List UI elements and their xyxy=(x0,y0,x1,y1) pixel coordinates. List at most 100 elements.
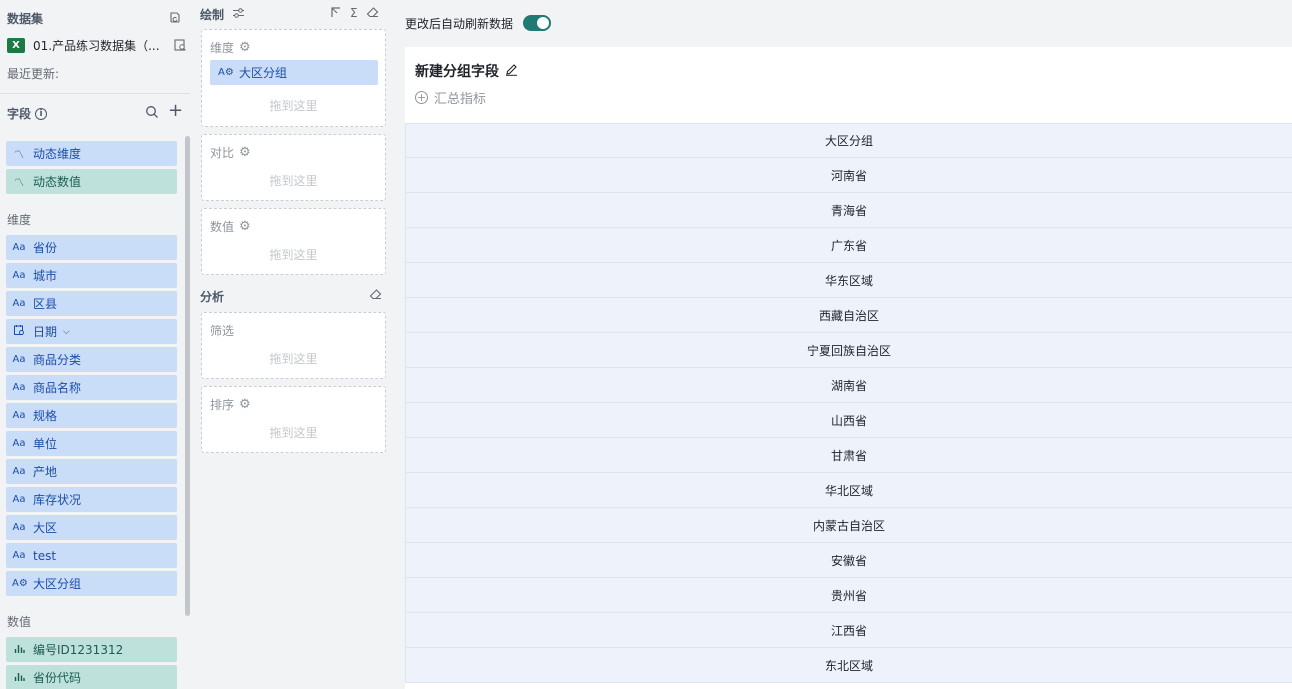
fields-title: 字段 i xyxy=(7,105,48,122)
sort-box-label: 排序 ⚙ xyxy=(210,396,251,413)
field-item[interactable]: 编号ID1231312 xyxy=(6,637,177,662)
field-item[interactable]: Aa 单位 xyxy=(6,431,177,456)
field-item[interactable]: Aa 区县 xyxy=(6,291,177,316)
fields-title-text: 字段 xyxy=(7,107,32,121)
summary-label: 汇总指标 xyxy=(434,92,487,107)
field-label: 商品分类 xyxy=(33,353,82,367)
edit-icon[interactable] xyxy=(505,63,518,80)
config-panel: 绘制 Σ 维度 ⚙ A⚙ 大区分组 拖到这里 对比 ⚙ 拖到这里 数值 ⚙ 拖到这里 … xyxy=(193,0,393,689)
preview-panel: 更改后自动刷新数据 新建分组字段 + 汇总指标 大区分组 河南省 青海省 广东省… xyxy=(393,0,1292,689)
scrollbar[interactable] xyxy=(185,136,190,616)
field-item[interactable]: 日期 ⌵ xyxy=(6,319,177,344)
field-item[interactable]: Aa 省份 xyxy=(6,235,177,260)
info-icon[interactable]: i xyxy=(35,107,48,120)
table-row: 华东区域 xyxy=(405,263,1292,298)
table-row: 湖南省 xyxy=(405,368,1292,403)
text-type-icon: Aa xyxy=(12,382,26,393)
field-item[interactable]: Aa test xyxy=(6,543,177,568)
field-label: 大区 xyxy=(33,521,58,535)
preview-table: 大区分组 河南省 青海省 广东省 华东区域 西藏自治区 宁夏回族自治区 湖南省 … xyxy=(405,123,1292,683)
measure-section-label: 数值 xyxy=(7,615,32,629)
field-item[interactable]: Aa 规格 xyxy=(6,403,177,428)
search-icon[interactable] xyxy=(145,105,159,119)
field-label: 规格 xyxy=(33,409,58,423)
text-type-icon: Aa xyxy=(12,522,26,533)
filter-drop-zone[interactable]: 筛选 拖到这里 xyxy=(201,312,386,379)
sigma-icon[interactable]: Σ xyxy=(350,6,358,21)
table-row: 贵州省 xyxy=(405,578,1292,613)
field-item[interactable]: Aa 产地 xyxy=(6,459,177,484)
table-row: 山西省 xyxy=(405,403,1292,438)
chevron-down-icon[interactable]: ⌵ xyxy=(63,327,70,337)
box-label-text: 筛选 xyxy=(210,324,235,338)
box-label-text: 数值 xyxy=(210,220,235,234)
axis-swap-icon[interactable] xyxy=(330,6,342,21)
field-item[interactable]: Aa 大区 xyxy=(6,515,177,540)
analysis-title: 分析 xyxy=(200,290,225,304)
field-item[interactable]: 省份代码 xyxy=(6,665,177,689)
dataset-row[interactable]: X 01.产品练习数据集（... xyxy=(7,36,187,54)
table-row: 内蒙古自治区 xyxy=(405,508,1292,543)
auto-refresh-label: 更改后自动刷新数据 xyxy=(405,17,514,31)
table-row: 青海省 xyxy=(405,193,1292,228)
field-label: 产地 xyxy=(33,465,58,479)
draw-title: 绘制 xyxy=(200,6,245,23)
eraser-icon[interactable] xyxy=(369,288,382,303)
gear-icon[interactable]: ⚙ xyxy=(239,145,251,160)
field-dynamic-measure[interactable]: 〽 动态数值 xyxy=(6,169,177,194)
bar-chart-icon xyxy=(12,643,26,657)
table-row: 东北区域 xyxy=(405,648,1292,683)
value-drop-zone[interactable]: 数值 ⚙ 拖到这里 xyxy=(201,208,386,275)
field-item[interactable]: Aa 库存状况 xyxy=(6,487,177,512)
text-type-icon: Aa xyxy=(12,438,26,449)
field-label: 日期 xyxy=(33,325,58,339)
field-label: 编号ID1231312 xyxy=(33,643,124,657)
plus-circle-icon: + xyxy=(415,91,428,104)
text-type-icon: Aa xyxy=(12,550,26,561)
table-row: 广东省 xyxy=(405,228,1292,263)
gear-icon[interactable]: ⚙ xyxy=(239,40,251,55)
drop-hint: 拖到这里 xyxy=(269,99,318,113)
field-label: 动态数值 xyxy=(33,175,82,189)
add-field-icon[interactable]: + xyxy=(168,102,183,120)
field-item[interactable]: Aa 商品名称 xyxy=(6,375,177,400)
table-header: 大区分组 xyxy=(405,123,1292,158)
draw-tools: Σ xyxy=(330,6,379,21)
text-type-icon: Aa xyxy=(12,270,26,281)
auto-refresh-toggle[interactable] xyxy=(523,15,551,31)
eraser-icon[interactable] xyxy=(366,6,379,21)
preview-dataset-icon[interactable] xyxy=(173,38,187,52)
table-row: 江西省 xyxy=(405,613,1292,648)
draw-title-text: 绘制 xyxy=(200,8,225,22)
chart-title[interactable]: 新建分组字段 xyxy=(415,61,518,81)
field-dynamic-dimension[interactable]: 〽 动态维度 xyxy=(6,141,177,166)
gear-icon[interactable]: ⚙ xyxy=(239,219,251,234)
table-row: 河南省 xyxy=(405,158,1292,193)
refresh-dataset-icon[interactable] xyxy=(168,10,182,24)
gear-icon[interactable]: ⚙ xyxy=(239,397,251,412)
chart-card: 新建分组字段 + 汇总指标 大区分组 河南省 青海省 广东省 华东区域 西藏自治… xyxy=(405,47,1292,689)
table-row: 安徽省 xyxy=(405,543,1292,578)
drop-hint: 拖到这里 xyxy=(269,248,318,262)
dimension-drop-zone[interactable]: 维度 ⚙ A⚙ 大区分组 拖到这里 xyxy=(201,29,386,127)
summary-metric-button[interactable]: + 汇总指标 xyxy=(415,88,486,107)
field-label: 库存状况 xyxy=(33,493,82,507)
dimension-box-label: 维度 ⚙ xyxy=(210,39,251,56)
dataset-name[interactable]: 01.产品练习数据集（... xyxy=(33,37,161,54)
text-type-icon: Aa xyxy=(12,298,26,309)
table-row: 甘肃省 xyxy=(405,438,1292,473)
compare-drop-zone[interactable]: 对比 ⚙ 拖到这里 xyxy=(201,134,386,201)
field-label: 省份代码 xyxy=(33,671,82,685)
sort-drop-zone[interactable]: 排序 ⚙ 拖到这里 xyxy=(201,386,386,453)
bar-chart-icon xyxy=(12,671,26,685)
table-row: 西藏自治区 xyxy=(405,298,1292,333)
settings-sliders-icon[interactable] xyxy=(232,7,245,22)
field-item[interactable]: A⚙ 大区分组 xyxy=(6,571,177,596)
field-item[interactable]: Aa 城市 xyxy=(6,263,177,288)
field-item[interactable]: Aa 商品分类 xyxy=(6,347,177,372)
dimension-chip[interactable]: A⚙ 大区分组 xyxy=(210,60,378,85)
excel-icon: X xyxy=(7,37,25,53)
field-label: 商品名称 xyxy=(33,381,82,395)
field-label: 动态维度 xyxy=(33,147,82,161)
last-update-label: 最近更新: xyxy=(7,67,60,81)
